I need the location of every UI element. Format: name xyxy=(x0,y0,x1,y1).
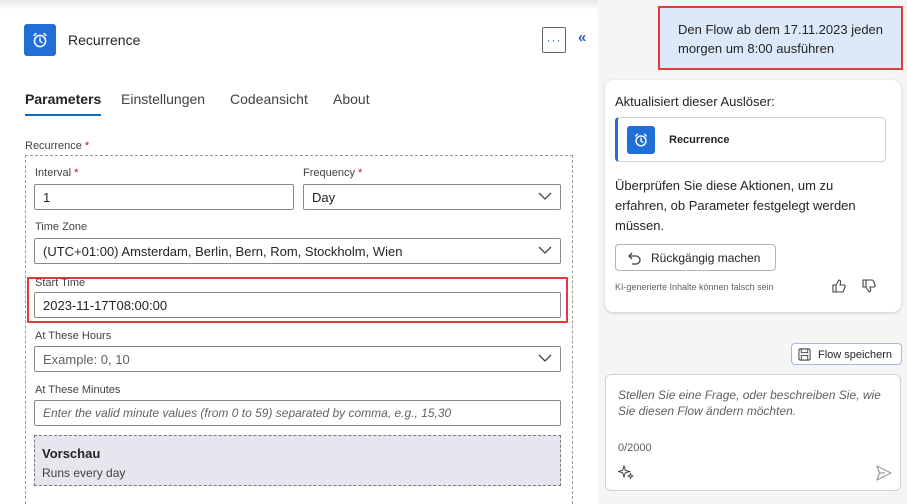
save-icon xyxy=(798,348,811,361)
action-details-panel: Recurrence ··· « Parameters Einstellunge… xyxy=(0,0,598,504)
chevron-down-icon xyxy=(538,192,552,200)
interval-input[interactable]: 1 xyxy=(34,184,294,210)
user-message-line: Den Flow ab dem 17.11.2023 jeden xyxy=(678,22,884,37)
at-these-minutes-label: At These Minutes xyxy=(35,384,121,396)
user-message-bubble: Den Flow ab dem 17.11.2023 jeden morgen … xyxy=(658,6,903,70)
more-options-button[interactable]: ··· xyxy=(542,27,566,53)
preview-box: Vorschau Runs every day xyxy=(34,435,561,486)
ai-response-card: Aktualisiert dieser Auslöser: Recurrence… xyxy=(605,80,901,312)
user-message-line: morgen um 8:00 ausführen xyxy=(678,41,835,56)
at-these-hours-dropdown[interactable]: Example: 0, 10 xyxy=(34,346,561,372)
ai-disclaimer: KI-generierte Inhalte können falsch sein xyxy=(615,282,774,292)
time-zone-value: (UTC+01:00) Amsterdam, Berlin, Bern, Rom… xyxy=(43,244,403,259)
ai-response-title: Aktualisiert dieser Auslöser: xyxy=(615,94,775,109)
required-mark: * xyxy=(84,140,90,152)
at-these-hours-label: At These Hours xyxy=(35,330,112,342)
frequency-dropdown[interactable]: Day xyxy=(303,184,561,210)
chevron-down-icon xyxy=(538,354,552,362)
copilot-panel: Den Flow ab dem 17.11.2023 jeden morgen … xyxy=(598,0,907,504)
tab-parameters[interactable]: Parameters xyxy=(25,91,102,116)
undo-icon xyxy=(628,252,641,265)
alarm-clock-icon xyxy=(627,126,655,154)
sparkle-icon[interactable] xyxy=(618,464,634,480)
time-zone-dropdown[interactable]: (UTC+01:00) Amsterdam, Berlin, Bern, Rom… xyxy=(34,238,561,264)
thumbs-down-icon[interactable] xyxy=(861,278,877,294)
thumbs-up-icon[interactable] xyxy=(831,278,847,294)
tab-codeansicht[interactable]: Codeansicht xyxy=(230,91,308,107)
save-flow-label: Flow speichern xyxy=(818,349,892,361)
interval-label: Interval * xyxy=(35,167,78,179)
start-time-label: Start Time xyxy=(35,277,86,289)
at-these-hours-placeholder: Example: 0, 10 xyxy=(43,352,130,367)
preview-title: Vorschau xyxy=(42,446,101,461)
frequency-value: Day xyxy=(312,190,336,205)
tab-about[interactable]: About xyxy=(333,91,370,107)
interval-label-text: Interval xyxy=(35,167,72,179)
chat-composer[interactable]: Stellen Sie eine Frage, oder beschreiben… xyxy=(605,374,901,491)
start-time-input[interactable]: 2023-11-17T08:00:00 xyxy=(34,292,561,318)
ai-response-text: Überprüfen Sie diese Aktionen, um zu erf… xyxy=(615,178,856,233)
tab-einstellungen[interactable]: Einstellungen xyxy=(121,91,205,107)
frequency-label: Frequency * xyxy=(303,167,362,179)
trigger-card[interactable]: Recurrence xyxy=(615,117,886,162)
required-mark: * xyxy=(358,167,363,179)
top-shadow xyxy=(0,0,598,10)
undo-button[interactable]: Rückgängig machen xyxy=(615,244,776,271)
preview-text: Runs every day xyxy=(42,466,126,480)
save-flow-button[interactable]: Flow speichern xyxy=(791,343,902,365)
frequency-label-text: Frequency xyxy=(303,167,355,179)
at-these-minutes-input[interactable]: Enter the valid minute values (from 0 to… xyxy=(34,400,561,426)
character-count: 0/2000 xyxy=(618,442,652,454)
alarm-clock-icon xyxy=(24,24,56,56)
undo-label: Rückgängig machen xyxy=(651,251,761,265)
recurrence-section-label: Recurrence * xyxy=(25,140,89,152)
time-zone-label: Time Zone xyxy=(35,221,88,233)
send-icon[interactable] xyxy=(875,464,893,482)
panel-header: Recurrence ··· « xyxy=(24,24,586,56)
collapse-panel-button[interactable]: « xyxy=(578,29,586,46)
required-mark: * xyxy=(74,167,79,179)
chevron-down-icon xyxy=(538,246,552,254)
panel-title: Recurrence xyxy=(68,32,141,48)
trigger-label: Recurrence xyxy=(669,134,730,146)
recurrence-label-text: Recurrence xyxy=(25,140,82,152)
chat-input-placeholder[interactable]: Stellen Sie eine Frage, oder beschreiben… xyxy=(618,387,886,419)
